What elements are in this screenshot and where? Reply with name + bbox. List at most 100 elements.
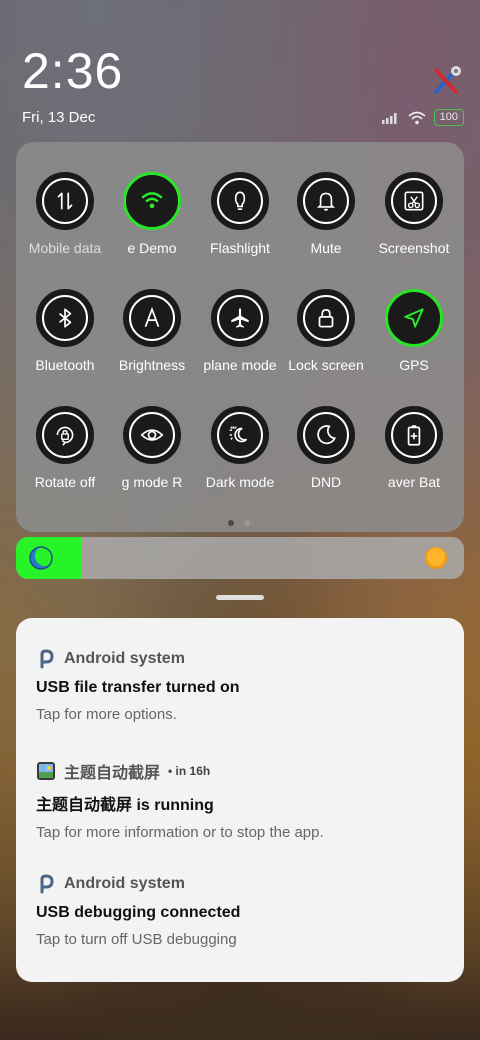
- tile-ring: [129, 178, 175, 224]
- tile-airplane[interactable]: plane mode: [196, 289, 284, 389]
- tile-ring: [303, 178, 349, 224]
- android-p-icon: [40, 874, 54, 894]
- tile-label: Bluetooth: [35, 357, 95, 373]
- tile-screenshot[interactable]: Screenshot: [370, 172, 458, 272]
- tile-ring: [303, 295, 349, 341]
- tile-ring: [391, 295, 437, 341]
- tile-label: GPS: [399, 357, 429, 373]
- tile-toggle[interactable]: [385, 172, 443, 230]
- tile-label: Mobile data: [28, 240, 102, 256]
- tile-toggle[interactable]: [385, 406, 443, 464]
- tile-rotate-lock[interactable]: Rotate off: [21, 406, 109, 506]
- dark-mode-icon: [229, 426, 248, 443]
- flashlight-icon: [234, 191, 246, 210]
- tile-location-arrow[interactable]: GPS: [370, 289, 458, 389]
- tile-ring: [217, 412, 263, 458]
- tile-label: Mute: [310, 240, 342, 256]
- tile-ring: [303, 412, 349, 458]
- quick-settings-panel: Mobile data e Demo Flashlight Mute Screensho…: [16, 142, 464, 532]
- settings-tools-icon[interactable]: [432, 64, 464, 96]
- page-dot-2[interactable]: [244, 520, 250, 526]
- tile-toggle[interactable]: [36, 406, 94, 464]
- notifications-card: Android system USB file transfer turned …: [16, 618, 464, 982]
- clock: 2:36: [22, 43, 124, 99]
- tile-flashlight[interactable]: Flashlight: [196, 172, 284, 272]
- tile-label: Rotate off: [34, 474, 96, 490]
- tile-toggle[interactable]: [123, 172, 181, 230]
- tile-toggle[interactable]: [211, 406, 269, 464]
- tile-wifi[interactable]: e Demo: [108, 172, 196, 272]
- tile-ring: [391, 178, 437, 224]
- brightness-high-icon: [425, 547, 447, 569]
- tile-toggle[interactable]: [36, 172, 94, 230]
- notification-body: Tap for more information or to stop the …: [36, 824, 324, 841]
- signal-icon: [381, 112, 397, 124]
- mobile-data-icon: [57, 192, 73, 210]
- tile-auto-brightness[interactable]: Brightness: [108, 289, 196, 389]
- tile-toggle[interactable]: [123, 406, 181, 464]
- tile-toggle[interactable]: [211, 289, 269, 347]
- notification-usb-transfer[interactable]: Android system USB file transfer turned …: [36, 648, 444, 723]
- notification-title: 主题自动截屏 is running: [36, 797, 214, 814]
- app-screenshot-icon: [37, 762, 55, 780]
- notification-app-running[interactable]: 主题自动截屏 • in 16h 主题自动截屏 is running Tap fo…: [36, 760, 444, 841]
- tile-ring: [217, 178, 263, 224]
- tile-eye[interactable]: g mode R: [108, 406, 196, 506]
- battery-saver-icon: [407, 425, 421, 446]
- notification-time: • in 16h: [168, 764, 211, 778]
- battery-indicator: 100: [433, 109, 464, 126]
- tile-ring: [217, 295, 263, 341]
- brightness-slider[interactable]: [16, 537, 464, 579]
- tile-ring: [42, 178, 88, 224]
- tile-toggle[interactable]: [297, 406, 355, 464]
- tile-battery-saver[interactable]: aver Bat: [370, 406, 458, 506]
- brightness-low-icon: [29, 546, 54, 570]
- location-arrow-icon: [404, 308, 424, 328]
- tile-label: Lock screen: [288, 357, 364, 373]
- tile-toggle[interactable]: [385, 289, 443, 347]
- tile-ring: [42, 412, 88, 458]
- notification-body: Tap to turn off USB debugging: [36, 931, 237, 948]
- wifi-status-icon: [408, 111, 426, 124]
- app-name: Android system: [64, 650, 185, 667]
- tile-lock[interactable]: Lock screen: [282, 289, 370, 389]
- tile-bell[interactable]: Mute: [282, 172, 370, 272]
- android-p-icon: [40, 649, 54, 669]
- tile-toggle[interactable]: [123, 289, 181, 347]
- page-dot-1[interactable]: [228, 520, 234, 526]
- tile-label: DND: [310, 474, 342, 490]
- tile-label: plane mode: [203, 357, 277, 373]
- tile-toggle[interactable]: [36, 289, 94, 347]
- tile-label: g mode R: [121, 474, 183, 490]
- tile-toggle[interactable]: [211, 172, 269, 230]
- app-name: 主题自动截屏: [64, 765, 161, 782]
- rotate-lock-icon: [56, 426, 74, 446]
- tile-dark-mode[interactable]: Dark mode: [196, 406, 284, 506]
- tile-label: e Demo: [127, 240, 177, 256]
- auto-brightness-icon: [144, 306, 160, 327]
- notification-title: USB file transfer turned on: [36, 679, 240, 696]
- bell-icon: [316, 192, 336, 211]
- tile-ring: [42, 295, 88, 341]
- drag-handle[interactable]: [216, 595, 264, 600]
- lock-icon: [318, 309, 334, 328]
- tile-moon[interactable]: DND: [282, 406, 370, 506]
- tile-label: aver Bat: [387, 474, 441, 490]
- tile-toggle[interactable]: [297, 289, 355, 347]
- wifi-icon: [141, 192, 163, 209]
- tile-ring: [129, 295, 175, 341]
- tile-bluetooth[interactable]: Bluetooth: [21, 289, 109, 389]
- airplane-icon: [231, 308, 249, 328]
- app-name: Android system: [64, 875, 185, 892]
- notification-usb-debugging[interactable]: Android system USB debugging connected T…: [36, 873, 444, 948]
- tile-label: Screenshot: [378, 240, 450, 256]
- moon-icon: [317, 425, 336, 445]
- tile-ring: [129, 412, 175, 458]
- tile-mobile-data[interactable]: Mobile data: [21, 172, 109, 272]
- tile-toggle[interactable]: [297, 172, 355, 230]
- page-indicator: [228, 520, 250, 526]
- date: Fri, 13 Dec: [22, 109, 96, 126]
- status-icons: 100: [381, 109, 464, 126]
- notification-title: USB debugging connected: [36, 904, 241, 921]
- bluetooth-icon: [59, 308, 72, 328]
